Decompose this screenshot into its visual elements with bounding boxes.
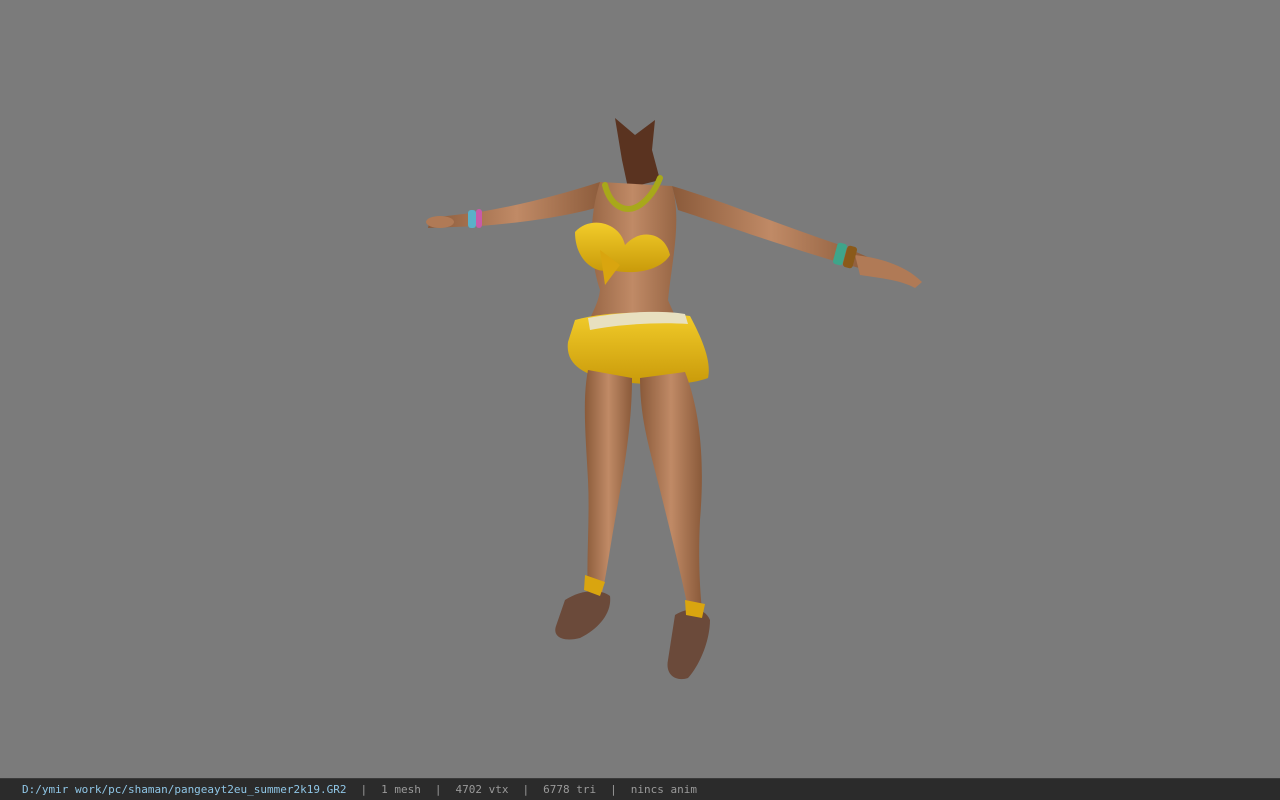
separator: | xyxy=(610,783,617,796)
status-bar: D:/ymir work/pc/shaman/pangeayt2eu_summe… xyxy=(0,778,1280,800)
right-leg xyxy=(640,372,702,610)
file-path: D:/ymir work/pc/shaman/pangeayt2eu_summe… xyxy=(22,783,347,796)
right-hand xyxy=(855,255,922,288)
left-hand xyxy=(426,216,454,228)
triangle-count: 6778 tri xyxy=(543,783,597,796)
neck xyxy=(615,118,660,188)
separator: | xyxy=(522,783,530,796)
right-sandal xyxy=(667,609,710,680)
separator: | xyxy=(434,783,442,796)
separator: | xyxy=(360,783,368,796)
vertex-count: 4702 vtx xyxy=(455,783,509,796)
3d-viewport[interactable] xyxy=(0,0,1280,778)
left-arm xyxy=(428,182,605,228)
left-sandal xyxy=(555,591,611,640)
animation-status: nincs anim xyxy=(630,783,697,796)
left-leg xyxy=(584,370,632,600)
left-bracelet xyxy=(468,210,476,228)
mesh-count: 1 mesh xyxy=(381,783,421,796)
character-model[interactable] xyxy=(0,0,1280,778)
